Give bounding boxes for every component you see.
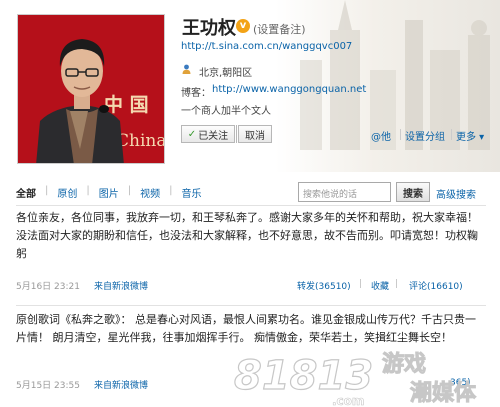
advanced-search-link[interactable]: 高级搜索 xyxy=(436,186,476,201)
following-status-button[interactable]: ✓ 已关注 xyxy=(181,125,235,143)
tab-original[interactable]: 原创 xyxy=(57,185,77,200)
favorite-link[interactable]: 收藏 xyxy=(371,279,389,292)
action-divider: | xyxy=(359,279,363,289)
unfollow-button[interactable]: 取消 xyxy=(238,125,272,143)
action-divider xyxy=(451,129,452,140)
repost-link[interactable]: 转发(36510) xyxy=(297,279,351,292)
profile-location: 北京,朝阳区 xyxy=(199,68,253,79)
action-divider xyxy=(400,129,401,140)
chevron-down-icon: ▾ xyxy=(476,132,485,143)
more-label: 更多 xyxy=(456,132,476,143)
divider xyxy=(16,305,486,306)
watermark-text-media: 潮媒体 xyxy=(410,380,477,406)
check-icon: ✓ xyxy=(187,128,197,140)
verified-badge-icon: v xyxy=(236,19,250,33)
tab-videos[interactable]: 视频 xyxy=(140,185,160,200)
tab-divider: | xyxy=(86,185,90,196)
set-remark-link[interactable]: (设置备注) xyxy=(253,21,306,37)
search-input[interactable]: 搜索他说的话 xyxy=(298,182,391,202)
blog-url-link[interactable]: http://www.wanggongquan.net xyxy=(212,84,366,95)
post-source-link[interactable]: 来自新浪微博 xyxy=(94,279,148,292)
post-text: 原创歌词《私奔之歌》： 总是春心对风语，最恨人间累功名。谁见金银成山传万代？千古… xyxy=(16,313,476,344)
mention-him-link[interactable]: @他 xyxy=(371,128,391,143)
tab-divider: | xyxy=(45,185,49,196)
post-timestamp-link[interactable]: 5月16日 23:21 xyxy=(16,279,80,292)
profile-name: 王功权 xyxy=(182,18,236,39)
watermark-text-game: 游戏 xyxy=(382,351,426,377)
search-button[interactable]: 搜索 xyxy=(396,182,430,202)
watermark-domain: .com xyxy=(332,394,364,407)
more-dropdown[interactable]: 更多 ▾ xyxy=(456,128,484,143)
following-label: 已关注 xyxy=(198,130,229,142)
post-text: 各位亲友，各位同事，我放弃一切，和王琴私奔了。感谢大家多年的关怀和帮助，祝大家幸… xyxy=(16,211,478,260)
profile-bio: 一个商人加半个文人 xyxy=(181,106,271,117)
profile-avatar[interactable]: 中 国 China I xyxy=(17,14,165,164)
divider xyxy=(16,205,486,206)
watermark-number: 81813 xyxy=(234,353,373,399)
tab-pictures[interactable]: 图片 xyxy=(99,185,119,200)
tab-divider: | xyxy=(169,185,173,196)
location-person-icon xyxy=(182,64,191,74)
post-source-link[interactable]: 来自新浪微博 xyxy=(94,378,148,391)
profile-url-link[interactable]: http://t.sina.com.cn/wanggqvc007 xyxy=(181,41,352,52)
blog-label: 博客： xyxy=(181,88,211,99)
action-divider: | xyxy=(395,279,399,289)
feed-filter-tabs: 全部 | 原创 | 图片 | 视频 | 音乐 xyxy=(16,185,211,200)
button-divider xyxy=(236,125,237,143)
tab-music[interactable]: 音乐 xyxy=(182,185,202,200)
comment-link[interactable]: 评论(16610) xyxy=(409,279,463,292)
tab-divider: | xyxy=(127,185,132,196)
tab-all[interactable]: 全部 xyxy=(16,185,36,200)
post-timestamp-link[interactable]: 5月15日 23:55 xyxy=(16,378,80,391)
avatar-person-illustration xyxy=(36,39,124,163)
watermark-logo: 81813 游戏 潮媒体 .com xyxy=(233,351,477,407)
set-group-link[interactable]: 设置分组 xyxy=(405,128,445,143)
